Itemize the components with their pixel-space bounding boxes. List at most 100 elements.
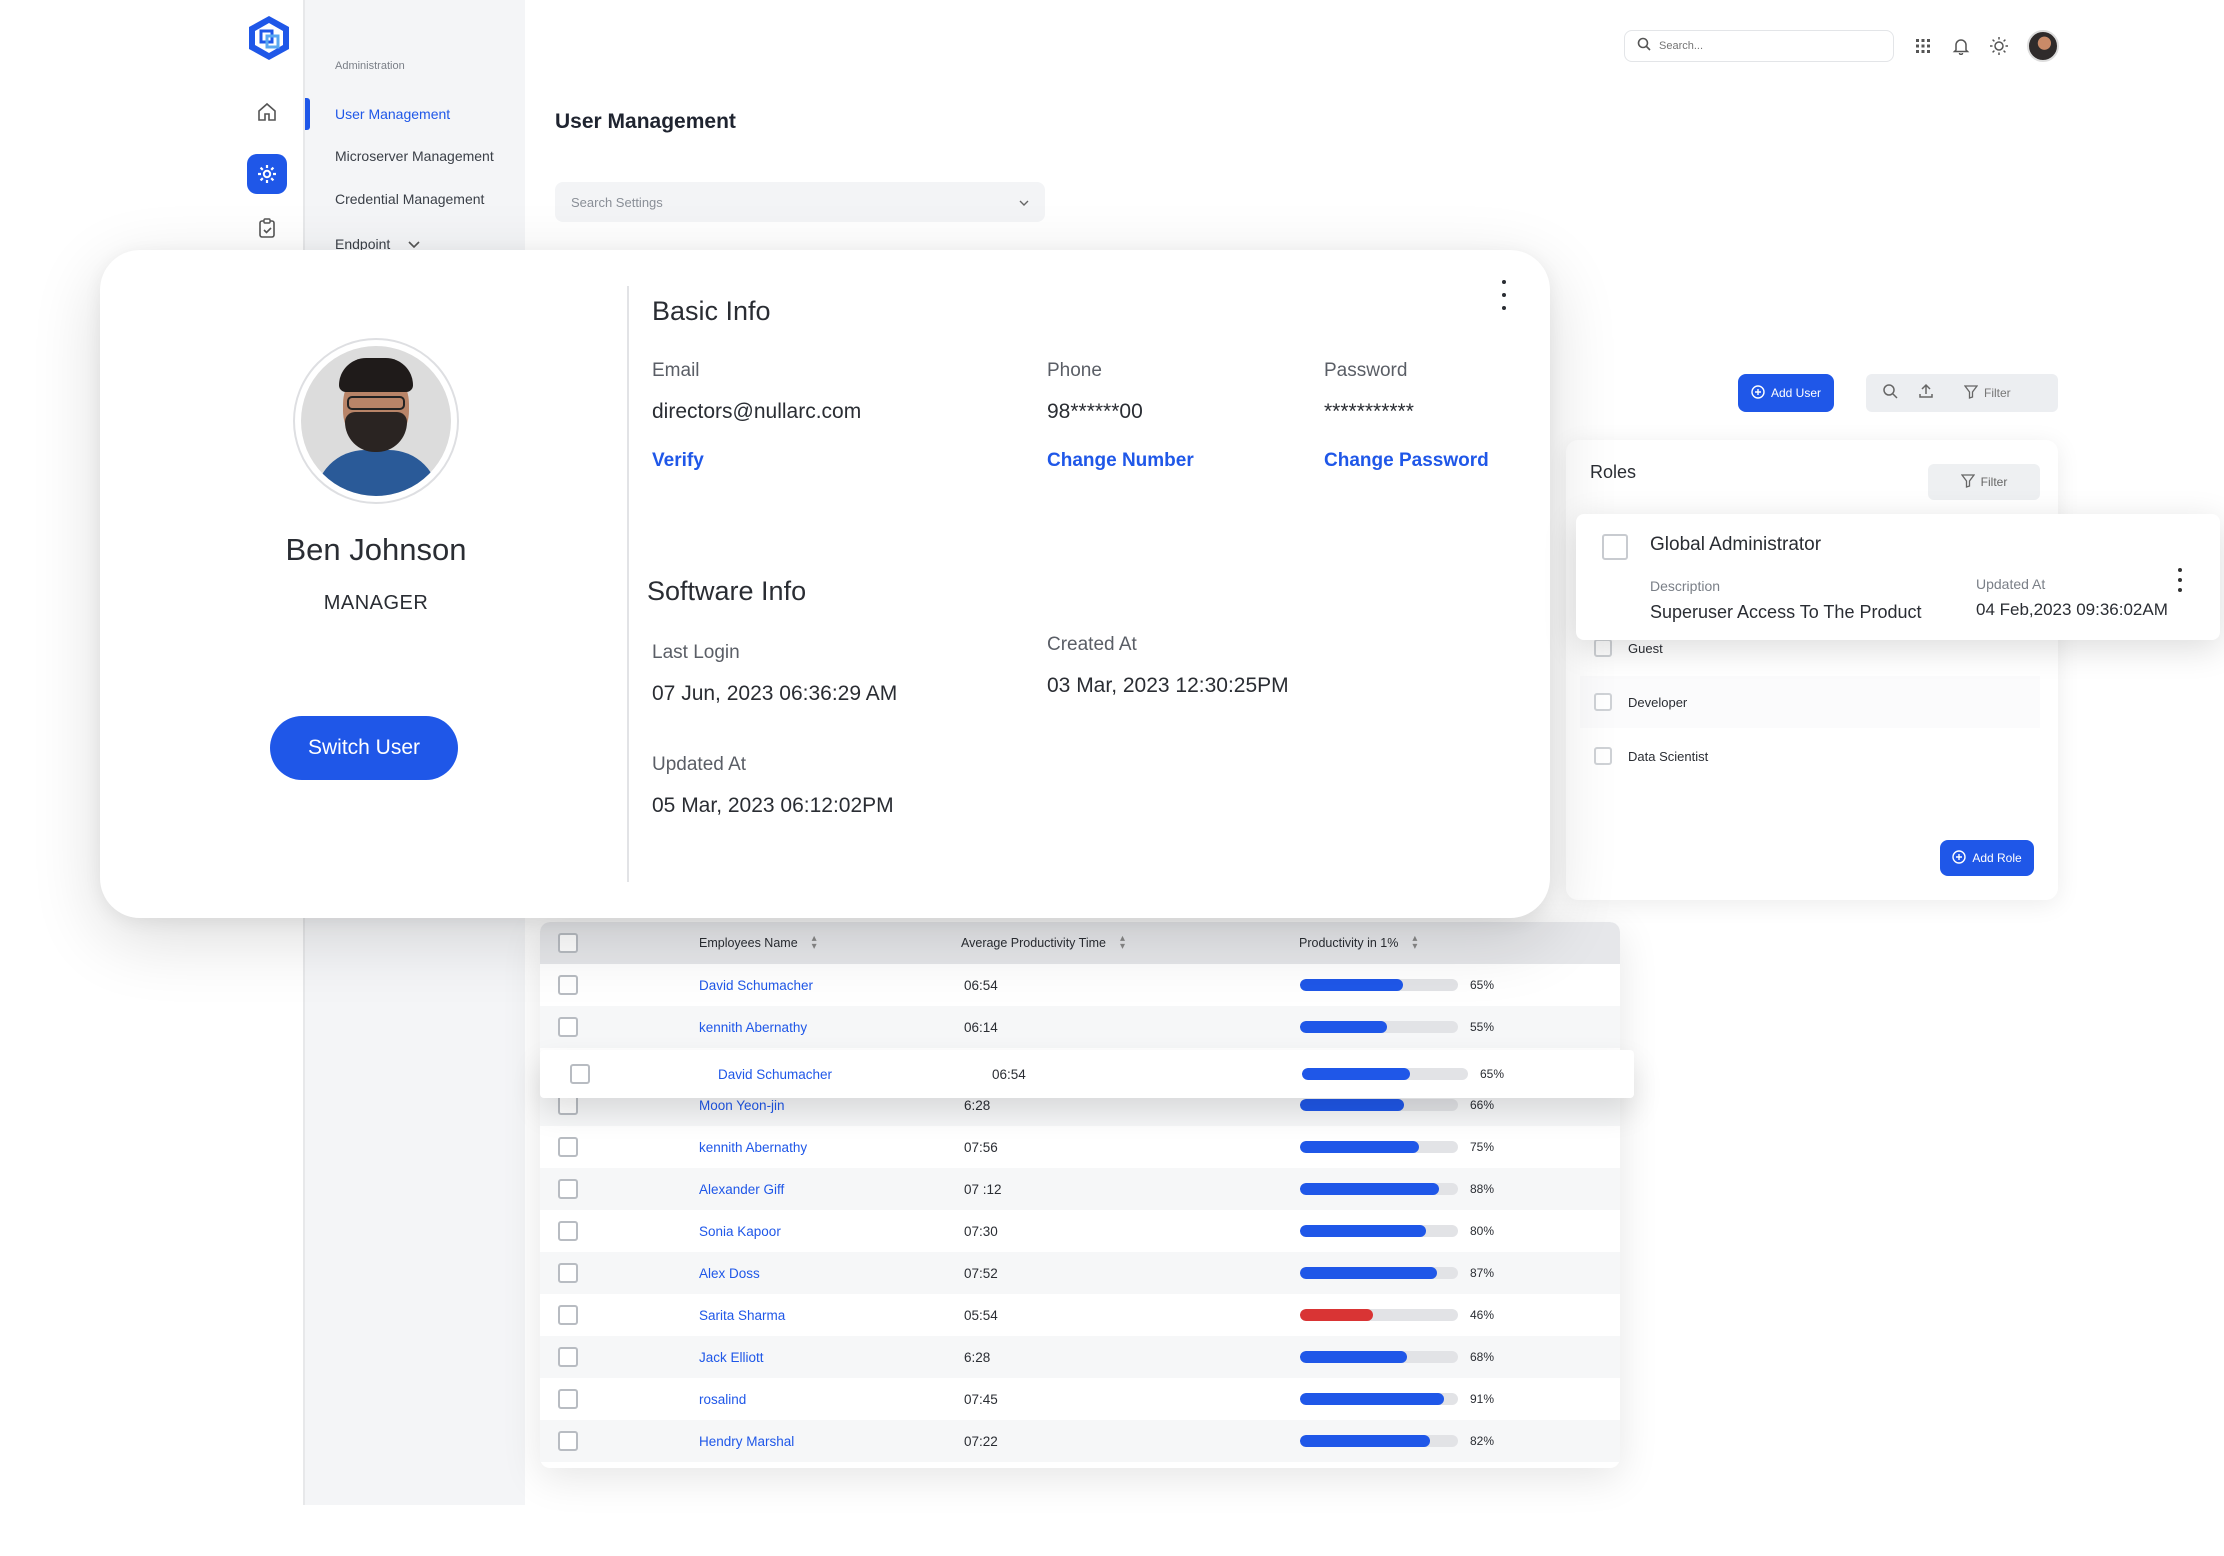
role-updated-value: 04 Feb,2023 09:36:02AM — [1976, 600, 2168, 619]
hexagon-logo-icon[interactable] — [246, 14, 292, 62]
sort-icon: ▴ ▾ — [1412, 933, 1418, 952]
row-checkbox[interactable] — [558, 1431, 578, 1451]
roles-filter-button[interactable]: Filter — [1928, 464, 2040, 500]
role-description: Superuser Access To The Product — [1650, 602, 1922, 622]
row-checkbox[interactable] — [558, 1389, 578, 1409]
roles-filter-label: Filter — [1980, 475, 2008, 489]
productivity-bar-fill — [1300, 1183, 1440, 1195]
productivity-percent: 80% — [1470, 1224, 1495, 1238]
table-row[interactable]: kennith Abernathy 07:56 75% — [540, 1126, 1620, 1168]
table-row[interactable]: Sarita Sharma 05:54 46% — [540, 1294, 1620, 1336]
role-row[interactable]: Data Scientist — [1580, 730, 2040, 782]
more-vertical-icon[interactable] — [2178, 568, 2184, 592]
created-at-label: Created At — [1047, 634, 1137, 655]
employee-name[interactable]: Sonia Kapoor — [699, 1210, 781, 1252]
more-vertical-icon[interactable] — [1498, 280, 1510, 310]
password-value: *********** — [1324, 400, 1414, 423]
add-role-button[interactable]: Add Role — [1940, 840, 2034, 876]
search-icon[interactable] — [1882, 383, 1898, 404]
header-productivity[interactable]: Productivity in 1% ▴ ▾ — [1299, 922, 1417, 964]
productivity-bar-fill — [1300, 979, 1403, 991]
row-checkbox[interactable] — [558, 1095, 578, 1115]
role-row[interactable]: Developer — [1580, 676, 2040, 728]
row-checkbox[interactable] — [558, 1179, 578, 1199]
active-indicator — [305, 98, 310, 130]
row-checkbox[interactable] — [558, 1263, 578, 1283]
employee-name[interactable]: Alex Doss — [699, 1252, 760, 1294]
filter-button[interactable]: Filter — [1963, 384, 2011, 402]
productivity-bar — [1300, 1393, 1458, 1405]
settings-search-placeholder: Search Settings — [571, 194, 663, 210]
sun-icon[interactable] — [1986, 33, 2012, 59]
divider — [627, 286, 629, 882]
employee-name[interactable]: Alexander Giff — [699, 1168, 784, 1210]
row-checkbox[interactable] — [570, 1064, 590, 1084]
updated-at-label: Updated At — [652, 754, 747, 775]
employee-name[interactable]: Jack Elliott — [699, 1336, 764, 1378]
role-checkbox[interactable] — [1602, 534, 1628, 560]
submenu-item-credential-management[interactable]: Credential Management — [335, 191, 484, 207]
row-checkbox[interactable] — [558, 975, 578, 995]
employees-table: Employees Name ▴ ▾ Average Productivity Ti… — [540, 922, 1620, 1468]
row-checkbox[interactable] — [558, 1305, 578, 1325]
employee-name[interactable]: David Schumacher — [718, 1050, 832, 1098]
row-checkbox[interactable] — [558, 1347, 578, 1367]
add-user-button[interactable]: Add User — [1738, 374, 1834, 412]
clipboard-check-icon[interactable] — [247, 208, 287, 248]
table-row[interactable]: Sonia Kapoor 07:30 80% — [540, 1210, 1620, 1252]
upload-icon[interactable] — [1918, 383, 1934, 404]
productivity-percent: 82% — [1470, 1434, 1495, 1448]
productivity-bar — [1300, 979, 1458, 991]
productivity-bar — [1300, 1351, 1458, 1363]
change-password-link[interactable]: Change Password — [1324, 450, 1489, 472]
verify-link[interactable]: Verify — [652, 450, 704, 472]
bell-icon[interactable] — [1948, 33, 1974, 59]
switch-user-button[interactable]: Switch User — [270, 716, 458, 780]
updated-at-value: 05 Mar, 2023 06:12:02PM — [652, 794, 894, 817]
table-row[interactable]: kennith Abernathy 06:14 55% — [540, 1006, 1620, 1048]
global-search-input[interactable] — [1659, 40, 1859, 52]
table-row[interactable]: Alex Doss 07:52 87% — [540, 1252, 1620, 1294]
employee-name[interactable]: kennith Abernathy — [699, 1126, 807, 1168]
employee-name[interactable]: kennith Abernathy — [699, 1006, 807, 1048]
dragged-table-row[interactable]: David Schumacher 06:54 65% — [540, 1050, 1634, 1098]
table-row[interactable]: Jack Elliott 6:28 68% — [540, 1336, 1620, 1378]
avg-time: 05:54 — [964, 1307, 998, 1323]
submenu-item-user-management[interactable]: User Management — [335, 106, 450, 122]
productivity-bar-fill — [1300, 1309, 1373, 1321]
role-checkbox[interactable] — [1594, 747, 1612, 765]
productivity-bar — [1300, 1225, 1458, 1237]
row-checkbox[interactable] — [558, 1137, 578, 1157]
employee-name[interactable]: Sarita Sharma — [699, 1294, 785, 1336]
header-avg-productivity[interactable]: Average Productivity Time ▴ ▾ — [961, 922, 1125, 964]
productivity-bar — [1300, 1435, 1458, 1447]
table-row[interactable]: Alexander Giff 07 :12 88% — [540, 1168, 1620, 1210]
row-checkbox[interactable] — [558, 1221, 578, 1241]
header-employee-name[interactable]: Employees Name ▴ ▾ — [699, 922, 817, 964]
employee-name[interactable]: David Schumacher — [699, 964, 813, 1006]
avatar[interactable] — [2027, 30, 2059, 62]
row-checkbox[interactable] — [558, 1017, 578, 1037]
table-row[interactable]: rosalind 07:45 91% — [540, 1378, 1620, 1420]
settings-gear-icon[interactable] — [247, 154, 287, 194]
employee-name[interactable]: Hendry Marshal — [699, 1420, 794, 1462]
role-checkbox[interactable] — [1594, 639, 1612, 657]
select-all-checkbox[interactable] — [558, 933, 578, 953]
table-row[interactable]: Hendry Marshal 07:22 82% — [540, 1420, 1620, 1462]
productivity-bar-fill — [1300, 1021, 1387, 1033]
submenu-item-microserver-management[interactable]: Microserver Management — [335, 148, 494, 164]
change-number-link[interactable]: Change Number — [1047, 450, 1194, 472]
global-search[interactable] — [1624, 30, 1894, 62]
avg-time: 07 :12 — [964, 1181, 1002, 1197]
role-checkbox[interactable] — [1594, 693, 1612, 711]
employee-name[interactable]: rosalind — [699, 1378, 746, 1420]
productivity-bar — [1300, 1267, 1458, 1279]
productivity-percent: 87% — [1470, 1266, 1495, 1280]
role-detail-popup: Global Administrator Description Superus… — [1576, 514, 2220, 640]
table-row[interactable]: David Schumacher 06:54 65% — [540, 964, 1620, 1006]
home-icon[interactable] — [247, 92, 287, 132]
settings-search-select[interactable]: Search Settings — [555, 182, 1045, 222]
apps-grid-icon[interactable] — [1910, 33, 1936, 59]
filter-icon — [1960, 473, 1975, 491]
avg-time: 06:54 — [964, 977, 998, 993]
